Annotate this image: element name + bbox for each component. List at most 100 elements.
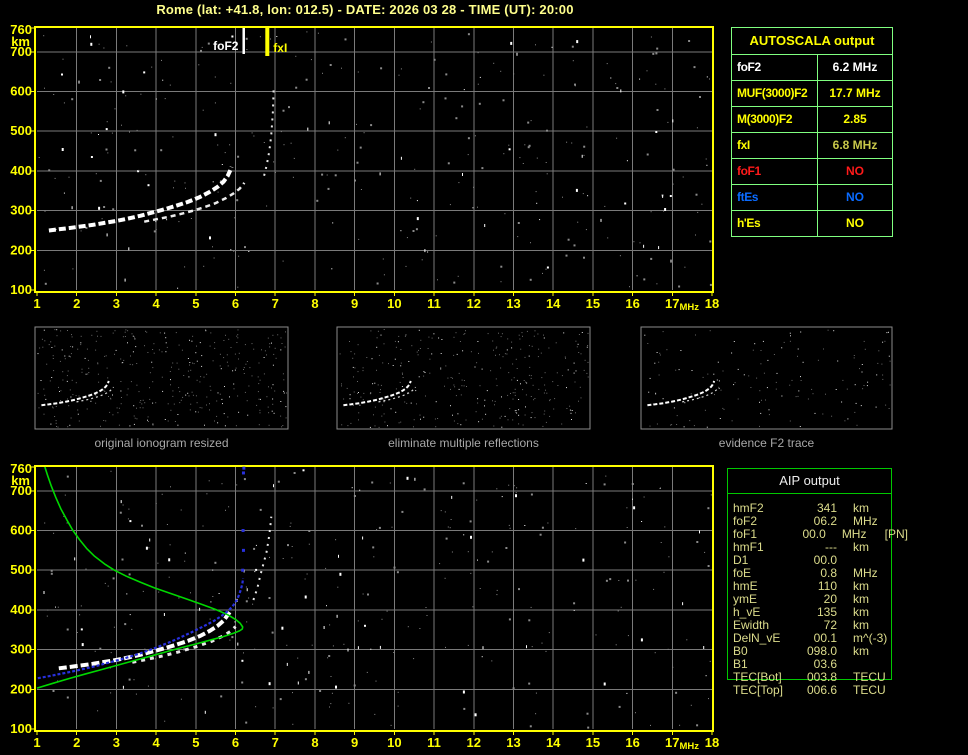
parameter-value: 6.2 MHz — [832, 60, 878, 74]
parameter-label: h'Es — [732, 211, 818, 236]
second-reflection-trace — [252, 516, 273, 601]
svg-text:11: 11 — [427, 735, 441, 750]
svg-text:18: 18 — [705, 296, 719, 311]
autoscala-row-m3000f2: M(3000)F2 2.85 — [732, 107, 892, 133]
autoscala-output-table: AUTOSCALA output foF2 6.2 MHz MUF(3000)F2 1… — [731, 27, 893, 237]
svg-text:10: 10 — [387, 735, 401, 750]
svg-text:5: 5 — [192, 296, 199, 311]
grid-lines — [37, 28, 712, 290]
svg-text:13: 13 — [506, 735, 520, 750]
svg-text:8: 8 — [311, 735, 318, 750]
svg-text:17: 17 — [665, 735, 679, 750]
svg-text:11: 11 — [427, 296, 441, 311]
foF2-marker-label: foF2 — [213, 39, 239, 53]
profile-plot: 1 2 3 4 5 6 7 8 9 10 11 12 13 14 15 16 17 18MHz1002003004… — [10, 461, 719, 752]
svg-text:3: 3 — [113, 296, 120, 311]
aip-row-tectop: TEC[Top] 006.6 TECU — [733, 684, 908, 697]
aip-row-hme: hmE 110 km — [733, 580, 908, 593]
ionogram-plot: 1 2 3 4 5 6 7 8 9 10 11 12 13 14 15 16 17 18MHz1002003004… — [10, 22, 719, 313]
svg-text:16: 16 — [625, 735, 639, 750]
panel-caption-eliminate: eliminate multiple reflections — [388, 436, 539, 450]
svg-text:500: 500 — [10, 123, 32, 138]
parameter-label: TEC[Top] — [733, 683, 784, 697]
parameter-value: 00.0 — [802, 527, 826, 541]
autoscala-table-body: foF2 6.2 MHz MUF(3000)F2 17.7 MHz M(3000)F2 2… — [732, 55, 892, 236]
svg-text:2: 2 — [73, 735, 80, 750]
scaled-trace-sparse-points — [241, 466, 246, 572]
svg-text:7: 7 — [272, 735, 279, 750]
svg-text:4: 4 — [153, 296, 161, 311]
svg-text:8: 8 — [311, 296, 318, 311]
svg-text:MHz: MHz — [680, 302, 700, 313]
svg-text:300: 300 — [10, 642, 32, 657]
svg-text:6: 6 — [232, 296, 239, 311]
svg-text:600: 600 — [10, 84, 32, 99]
mini-panel-3 — [640, 326, 893, 430]
panel-caption-evidence: evidence F2 trace — [718, 436, 815, 450]
autoscala-app-screen: Rome (lat: +41.8, lon: 012.5) - DATE: 20… — [0, 0, 968, 755]
svg-text:10: 10 — [387, 296, 401, 311]
parameter-unit: km — [853, 540, 869, 554]
svg-text:9: 9 — [351, 735, 358, 750]
parameter-label: M(3000)F2 — [732, 107, 818, 132]
svg-text:400: 400 — [10, 163, 32, 178]
svg-text:MHz: MHz — [680, 741, 700, 752]
svg-text:600: 600 — [10, 523, 32, 538]
autoscala-row-muf3000f2: MUF(3000)F2 17.7 MHz — [732, 81, 892, 107]
parameter-label: fxI — [732, 133, 818, 158]
autoscala-row-fof1: foF1 NO — [732, 159, 892, 185]
parameter-unit: km — [853, 644, 869, 658]
svg-text:6: 6 — [232, 735, 239, 750]
svg-text:17: 17 — [665, 296, 679, 311]
parameter-value: 2.85 — [843, 112, 867, 126]
svg-text:200: 200 — [10, 242, 32, 257]
mini-panel-1 — [34, 326, 289, 430]
svg-text:16: 16 — [625, 296, 639, 311]
parameter-value: NO — [846, 190, 864, 204]
svg-text:300: 300 — [10, 203, 32, 218]
aip-table-header: AIP output — [728, 469, 891, 494]
svg-text:km: km — [11, 473, 30, 488]
svg-text:7: 7 — [272, 296, 279, 311]
svg-text:500: 500 — [10, 562, 32, 577]
parameter-label: foF1 — [732, 159, 818, 184]
svg-text:1: 1 — [33, 735, 40, 750]
mini-panel-2 — [336, 326, 591, 430]
svg-text:400: 400 — [10, 602, 32, 617]
grid-lines — [37, 467, 712, 729]
autoscala-row-ftes: ftEs NO — [732, 185, 892, 211]
parameter-value: 6.8 MHz — [832, 138, 878, 152]
svg-text:15: 15 — [586, 296, 600, 311]
svg-text:5: 5 — [192, 735, 199, 750]
parameter-value: NO — [846, 164, 864, 178]
svg-text:14: 14 — [546, 735, 561, 750]
parameter-label: ftEs — [732, 185, 818, 210]
svg-text:200: 200 — [10, 681, 32, 696]
panel-caption-original: original ionogram resized — [94, 436, 229, 450]
svg-text:9: 9 — [351, 296, 358, 311]
svg-text:18: 18 — [705, 735, 719, 750]
fxI-marker-label: fxI — [273, 41, 287, 55]
parameter-value: 006.6 — [806, 683, 837, 697]
autoscala-row-hes: h'Es NO — [732, 211, 892, 236]
svg-text:100: 100 — [10, 282, 32, 297]
autoscala-table-header: AUTOSCALA output — [732, 28, 892, 55]
parameter-value: NO — [846, 216, 864, 230]
parameter-label: foF2 — [732, 55, 818, 80]
svg-text:2: 2 — [73, 296, 80, 311]
parameter-note: [PN] — [884, 527, 908, 541]
svg-text:13: 13 — [506, 296, 520, 311]
parameter-value: 17.7 MHz — [829, 86, 881, 100]
fxI-marker-line — [265, 28, 270, 56]
autoscala-row-fof2: foF2 6.2 MHz — [732, 55, 892, 81]
foF2-marker-line — [242, 28, 245, 54]
svg-text:12: 12 — [467, 735, 481, 750]
svg-text:15: 15 — [586, 735, 600, 750]
parameter-label: MUF(3000)F2 — [732, 81, 818, 106]
svg-text:100: 100 — [10, 721, 32, 736]
svg-text:4: 4 — [153, 735, 161, 750]
parameter-unit: TECU — [853, 683, 886, 697]
autoscala-row-fxi: fxI 6.8 MHz — [732, 133, 892, 159]
svg-text:12: 12 — [467, 296, 481, 311]
svg-text:1: 1 — [33, 296, 40, 311]
